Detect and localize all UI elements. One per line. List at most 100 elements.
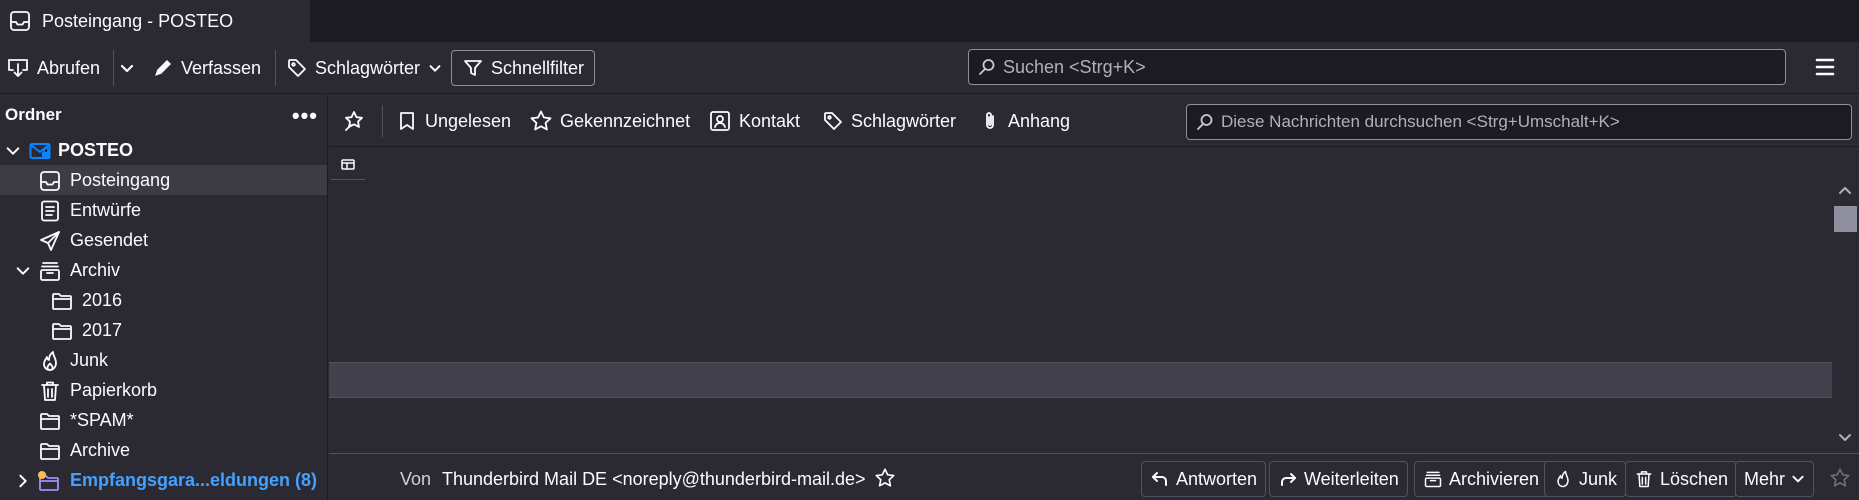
compose-button[interactable]: Verfassen bbox=[152, 50, 261, 86]
inbox-icon bbox=[38, 169, 62, 193]
folder-2017[interactable]: 2017 bbox=[0, 315, 327, 345]
message-filter-search-placeholder: Diese Nachrichten durchsuchen <Strg+Umsc… bbox=[1221, 112, 1620, 131]
pin-icon bbox=[342, 109, 366, 133]
inbox-icon bbox=[8, 9, 32, 33]
global-search-placeholder: Suchen <Strg+K> bbox=[1003, 56, 1146, 77]
chevron-down-icon[interactable] bbox=[5, 143, 21, 159]
folder-icon bbox=[50, 319, 74, 343]
scroll-up-icon[interactable] bbox=[1838, 184, 1852, 198]
thread-pane bbox=[329, 148, 1859, 453]
filter-starred-label: Gekennzeichnet bbox=[560, 110, 691, 131]
draft-document-icon bbox=[38, 199, 62, 223]
paperclip-icon bbox=[979, 110, 1001, 132]
paper-plane-icon bbox=[38, 229, 62, 253]
junk-label: Junk bbox=[1579, 468, 1618, 489]
folder-2016[interactable]: 2016 bbox=[0, 285, 327, 315]
folder-label: Junk bbox=[70, 350, 109, 370]
filter-attachment-button[interactable]: Anhang bbox=[979, 107, 1070, 135]
folder-sent[interactable]: Gesendet bbox=[0, 225, 327, 255]
account-row-posteo[interactable]: POSTEO bbox=[0, 135, 327, 165]
scroll-down-icon[interactable] bbox=[1838, 430, 1852, 444]
trash-icon bbox=[1634, 469, 1654, 489]
folder-label: Archiv bbox=[70, 260, 121, 280]
message-header: Von Thunderbird Mail DE <noreply@thunder… bbox=[329, 453, 1859, 500]
quick-filter-button[interactable]: Schnellfilter bbox=[451, 50, 596, 86]
filter-unread-label: Ungelesen bbox=[425, 110, 512, 131]
toolbar-divider bbox=[113, 50, 114, 86]
more-button[interactable]: Mehr bbox=[1735, 461, 1815, 497]
app-menu-button[interactable] bbox=[1812, 54, 1838, 80]
archive-button[interactable]: Archivieren bbox=[1414, 461, 1549, 497]
account-label-empfangs: Empfangsgara...eldungen (8) bbox=[70, 470, 318, 490]
from-address[interactable]: Thunderbird Mail DE <noreply@thunderbird… bbox=[442, 469, 865, 490]
folder-inbox[interactable]: Posteingang bbox=[0, 165, 327, 195]
folder-icon bbox=[50, 289, 74, 313]
tag-icon bbox=[822, 110, 844, 132]
thread-scrollbar[interactable] bbox=[1832, 180, 1859, 453]
search-icon bbox=[1195, 112, 1215, 132]
filter-contact-button[interactable]: Kontakt bbox=[708, 107, 800, 135]
tags-button[interactable]: Schlagwörter bbox=[286, 50, 443, 86]
local-folder-new-mail-icon bbox=[36, 469, 62, 495]
get-messages-button[interactable]: Abrufen bbox=[6, 50, 100, 86]
funnel-icon bbox=[462, 57, 484, 79]
main-toolbar: Abrufen Verfassen Schlagwörter Schnellfi… bbox=[0, 42, 1859, 94]
add-contact-star-icon[interactable] bbox=[874, 467, 896, 489]
folder-pane-title: Ordner bbox=[5, 105, 62, 124]
global-search-input[interactable]: Suchen <Strg+K> bbox=[968, 49, 1786, 85]
folder-junk[interactable]: Junk bbox=[0, 345, 327, 375]
message-row[interactable] bbox=[329, 362, 1832, 398]
folder-spam[interactable]: *SPAM* bbox=[0, 405, 327, 435]
tab-inbox[interactable]: Posteingang - POSTEO bbox=[0, 0, 310, 42]
folder-label: 2017 bbox=[82, 320, 123, 340]
column-picker-button[interactable] bbox=[331, 150, 365, 180]
sticky-filter-toggle[interactable] bbox=[342, 107, 366, 135]
folder-label: Papierkorb bbox=[70, 380, 158, 400]
account-row-empfangs[interactable]: Empfangsgara...eldungen (8) bbox=[0, 465, 327, 495]
bookmark-icon bbox=[396, 110, 418, 132]
folder-label: 2016 bbox=[82, 290, 123, 310]
quick-filter-label: Schnellfilter bbox=[491, 57, 585, 78]
filter-tags-button[interactable]: Schlagwörter bbox=[822, 107, 956, 135]
folder-archiv[interactable]: Archiv bbox=[0, 255, 327, 285]
filter-unread-button[interactable]: Ungelesen bbox=[396, 107, 511, 135]
star-message-icon[interactable] bbox=[1829, 467, 1851, 489]
folder-archive[interactable]: Archive bbox=[0, 435, 327, 465]
from-label: Von bbox=[400, 469, 432, 489]
filter-tags-label: Schlagwörter bbox=[851, 110, 957, 131]
hamburger-icon bbox=[1812, 54, 1838, 80]
column-picker-icon bbox=[340, 157, 356, 173]
delete-button[interactable]: Löschen bbox=[1625, 461, 1738, 497]
chevron-down-icon[interactable] bbox=[15, 263, 31, 279]
scroll-thumb[interactable] bbox=[1834, 206, 1857, 232]
reply-label: Antworten bbox=[1176, 468, 1258, 489]
tags-label: Schlagwörter bbox=[315, 57, 421, 78]
reply-button[interactable]: Antworten bbox=[1141, 461, 1267, 497]
archive-box-icon bbox=[1423, 469, 1443, 489]
folder-label: Archive bbox=[70, 440, 131, 460]
chevron-down-icon bbox=[1791, 472, 1805, 486]
filter-starred-button[interactable]: Gekennzeichnet bbox=[529, 107, 690, 135]
contact-card-icon bbox=[708, 109, 732, 133]
folder-label: Entwürfe bbox=[70, 200, 142, 220]
archive-label: Archivieren bbox=[1449, 468, 1540, 489]
qf-divider bbox=[382, 105, 383, 137]
download-icon bbox=[6, 56, 30, 80]
folder-label: Posteingang bbox=[70, 170, 171, 190]
flame-icon bbox=[1553, 469, 1573, 489]
filter-contact-label: Kontakt bbox=[739, 110, 801, 131]
quick-filter-bar: Ungelesen Gekennzeichnet Kontakt Schlagw… bbox=[329, 95, 1859, 147]
folder-trash[interactable]: Papierkorb bbox=[0, 375, 327, 405]
folder-drafts[interactable]: Entwürfe bbox=[0, 195, 327, 225]
message-filter-search-input[interactable]: Diese Nachrichten durchsuchen <Strg+Umsc… bbox=[1186, 104, 1852, 140]
search-icon bbox=[977, 57, 997, 77]
compose-label: Verfassen bbox=[181, 57, 262, 78]
get-messages-label: Abrufen bbox=[37, 57, 101, 78]
tab-title: Posteingang - POSTEO bbox=[42, 10, 234, 31]
junk-button[interactable]: Junk bbox=[1544, 461, 1627, 497]
folder-pane-more-button[interactable]: ••• bbox=[292, 103, 318, 129]
forward-button[interactable]: Weiterleiten bbox=[1269, 461, 1408, 497]
flame-icon bbox=[38, 349, 62, 373]
chevron-right-icon[interactable] bbox=[15, 473, 31, 489]
get-messages-dropdown[interactable] bbox=[118, 50, 136, 86]
